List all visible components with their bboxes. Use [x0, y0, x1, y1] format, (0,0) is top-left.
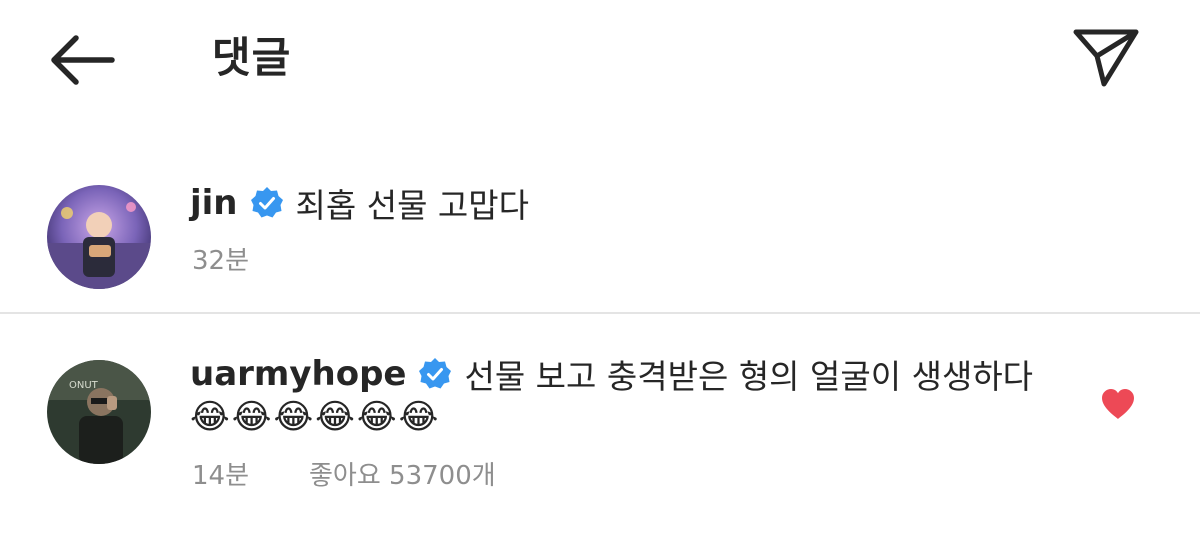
share-button[interactable]: [1068, 24, 1144, 90]
verified-badge-icon: [250, 186, 284, 220]
comment-line: jin 죄홉 선물 고맙다: [190, 182, 530, 225]
comment-username[interactable]: jin: [190, 183, 238, 223]
comment-line: uarmyhope 선물 보고 충격받은 형의 얼굴이 생생하다: [190, 353, 1034, 396]
svg-text:ONUT: ONUT: [69, 380, 99, 391]
avatar-photo: [47, 185, 151, 289]
avatar[interactable]: [47, 185, 151, 289]
divider: [0, 312, 1200, 314]
page-title: 댓글: [212, 33, 292, 82]
comment-emoji-line: 😂😂😂😂😂😂: [190, 397, 441, 437]
comment-item: ONUT uarmyhope 선물 보고 충격받은 형의 얼굴이 생생하다 😂😂…: [0, 315, 1200, 560]
comment-meta: 14분 좋아요 53700개: [192, 455, 496, 492]
avatar[interactable]: ONUT: [47, 360, 151, 464]
comment-item: jin 죄홉 선물 고맙다 32분: [0, 160, 1200, 312]
like-heart-icon[interactable]: [1100, 388, 1136, 420]
avatar-photo: ONUT: [47, 360, 151, 464]
verified-badge-icon: [418, 357, 452, 391]
likes-count-link[interactable]: 좋아요 53700개: [309, 455, 496, 492]
comment-time: 14분: [192, 461, 250, 491]
back-button[interactable]: [46, 32, 116, 88]
arrow-left-icon: [51, 35, 115, 85]
header-bar: 댓글: [0, 0, 1200, 120]
comment-time: 32분: [192, 246, 250, 276]
comment-text: 선물 보고 충격받은 형의 얼굴이 생생하다: [464, 357, 1034, 396]
paper-plane-icon: [1073, 29, 1139, 87]
comment-username[interactable]: uarmyhope: [190, 354, 406, 394]
comment-meta: 32분: [192, 240, 249, 277]
comment-text: 죄홉 선물 고맙다: [295, 186, 530, 225]
